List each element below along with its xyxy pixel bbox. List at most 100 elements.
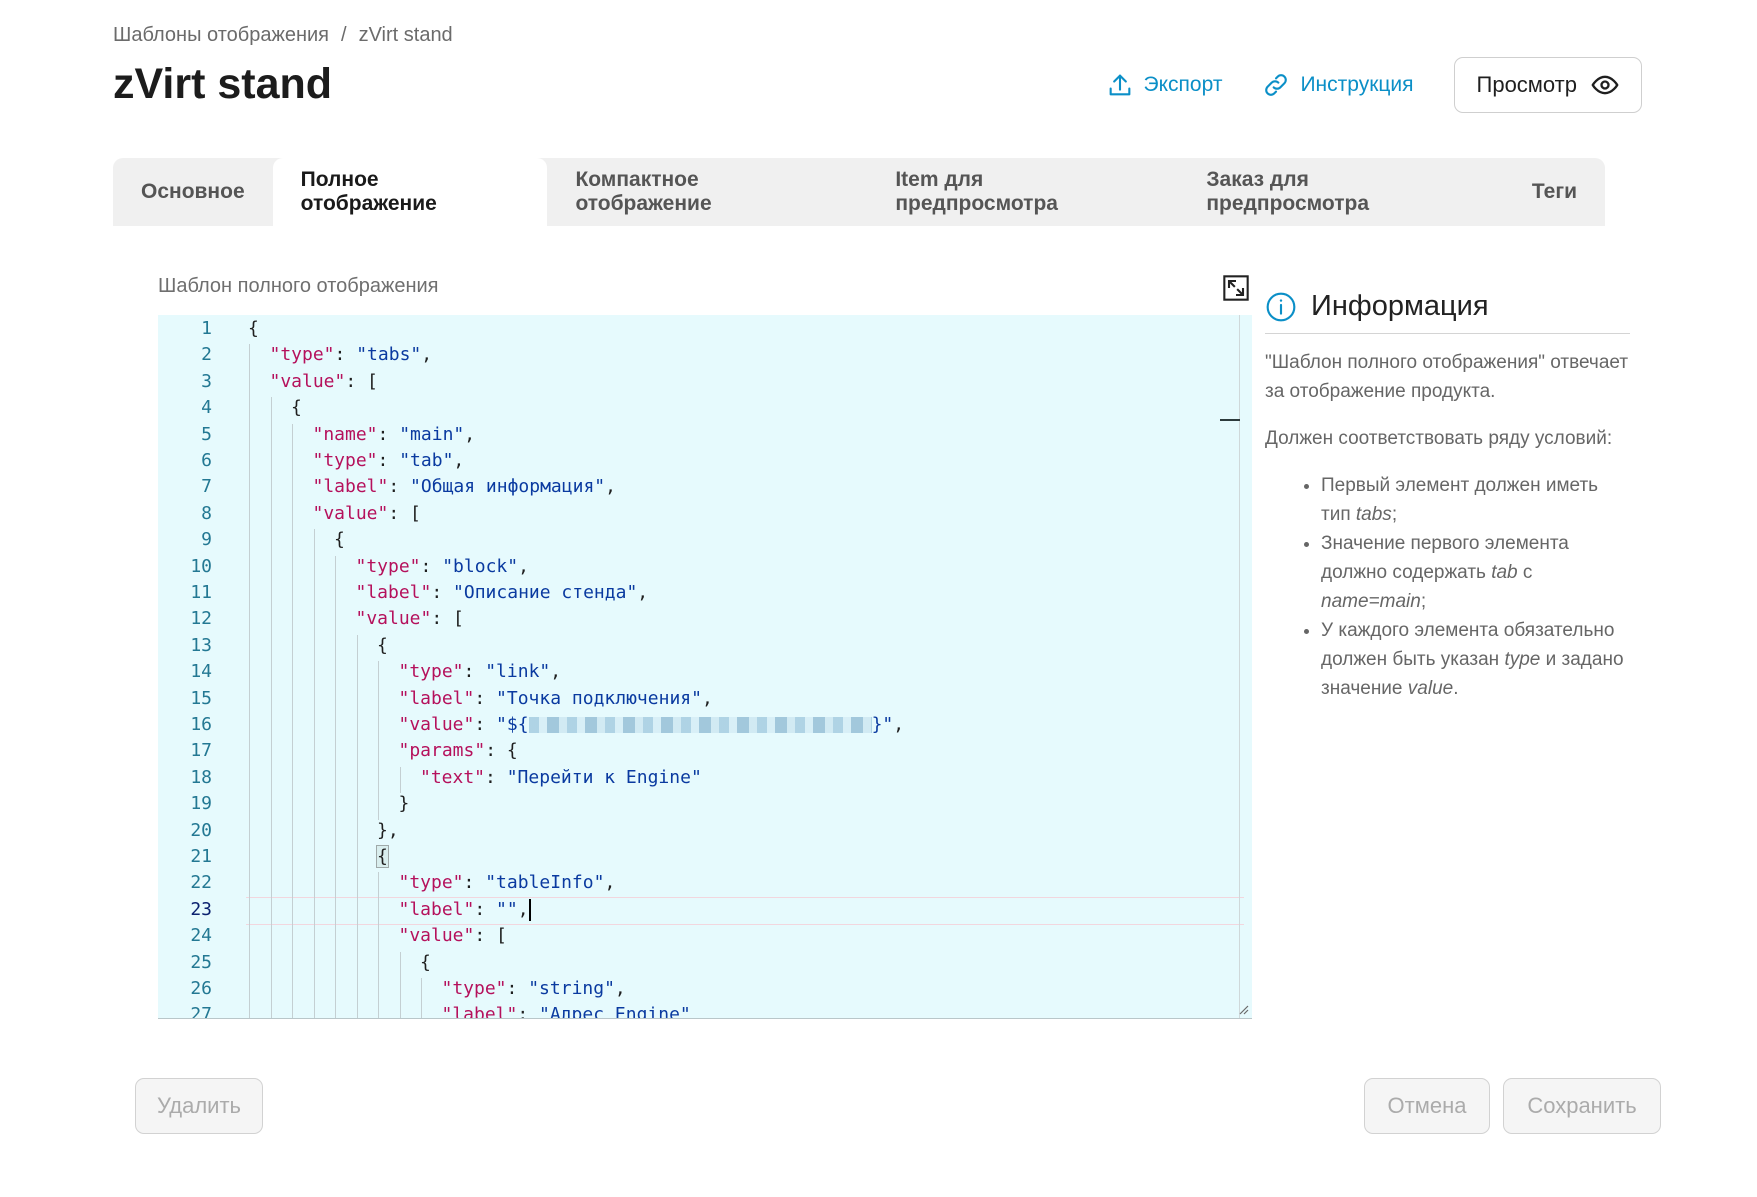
code-line: {	[248, 318, 259, 339]
line-number: 6	[201, 450, 212, 471]
json-string: "tableInfo"	[485, 872, 605, 894]
instruction-link[interactable]: Инструкция	[1262, 71, 1414, 99]
json-punctuation: ,	[517, 898, 529, 920]
code-line: "label": "Общая информация",	[313, 476, 616, 497]
json-string: }"	[871, 714, 894, 735]
line-number: 21	[190, 846, 212, 867]
resize-handle-icon[interactable]	[1237, 1003, 1249, 1015]
code-line: {	[377, 635, 388, 656]
json-key: "params"	[398, 740, 486, 762]
indent-guide	[378, 872, 379, 1018]
tab-item-preview[interactable]: Item для предпросмотра	[867, 158, 1178, 226]
json-punctuation: :	[377, 423, 400, 445]
indent-guide	[270, 397, 272, 1018]
json-punctuation: {	[248, 318, 259, 339]
line-number: 3	[201, 370, 212, 392]
line-number: 14	[190, 661, 212, 683]
code-line: "type": "tableInfo",	[399, 872, 616, 893]
json-key: "label"	[312, 476, 389, 498]
line-number: 19	[190, 793, 212, 815]
line-number: 1	[201, 318, 212, 339]
breadcrumb: Шаблоны отображения / zVirt stand	[113, 24, 453, 47]
json-key: "label"	[441, 1004, 518, 1019]
delete-button[interactable]: Удалить	[135, 1078, 263, 1134]
json-string: "tabs"	[356, 344, 422, 366]
line-number: 8	[201, 502, 212, 524]
line-number: 5	[201, 423, 212, 445]
json-key: "label"	[355, 582, 432, 603]
list-item: Значение первого элемента должно содержа…	[1321, 529, 1630, 616]
json-string: "Адрес Engine"	[539, 1004, 691, 1019]
json-punctuation: ,	[518, 555, 529, 577]
line-number: 12	[190, 608, 212, 630]
preview-label: Просмотр	[1476, 72, 1577, 97]
expand-icon[interactable]	[1222, 274, 1250, 302]
matched-bracket: {	[376, 845, 389, 868]
code-line: "params": {	[399, 740, 518, 761]
json-punctuation: {	[377, 634, 388, 656]
tab-tags[interactable]: Теги	[1504, 158, 1605, 226]
json-key: "type"	[441, 978, 507, 999]
info-header: Информация	[1265, 290, 1630, 334]
json-string: "link"	[485, 661, 551, 683]
info-conditions-intro: Должен соответствовать ряду условий:	[1265, 428, 1613, 449]
json-punctuation: :	[506, 978, 529, 999]
code-line: "value": [	[356, 608, 464, 629]
code-line: "label": "",	[399, 898, 531, 921]
json-punctuation: ,	[605, 476, 616, 498]
code-line: "value": [	[399, 925, 507, 946]
list-item: Первый элемент должен иметь тип tabs;	[1321, 471, 1630, 529]
cancel-button[interactable]: Отмена	[1364, 1078, 1490, 1134]
export-button[interactable]: Экспорт	[1106, 71, 1223, 99]
json-punctuation: : {	[485, 740, 518, 762]
code-line: {	[420, 952, 431, 973]
json-key: "type"	[398, 661, 464, 683]
json-punctuation: ,	[453, 450, 465, 471]
code-line: {	[291, 397, 302, 418]
json-punctuation: : [	[345, 370, 378, 392]
code-line: "label": "Точка подключения",	[399, 688, 713, 709]
tab-order-preview[interactable]: Заказ для предпросмотра	[1178, 158, 1504, 226]
json-string: "Общая информация"	[410, 476, 606, 498]
line-number: 15	[190, 687, 212, 709]
line-number-gutter: 1 2 3 4 5 6 7 8 9 10 11 12 13 14 15 16 17 18 19 20 21 22 23 24 2…	[158, 315, 218, 1018]
editor-scroll-thumb[interactable]	[1220, 419, 1240, 421]
line-number: 4	[201, 397, 212, 419]
export-label: Экспорт	[1143, 73, 1223, 96]
preview-button[interactable]: Просмотр	[1453, 57, 1642, 113]
code-editor[interactable]: 1 2 3 4 5 6 7 8 9 10 11 12 13 14 15 16 17 18 19 20 21 22 23 24 2…	[158, 315, 1252, 1019]
tab-main[interactable]: Основное	[113, 158, 273, 226]
json-punctuation: : [	[388, 502, 421, 524]
redacted-value	[528, 717, 872, 733]
text-cursor	[528, 898, 531, 921]
code-line: "type": "block",	[356, 556, 529, 577]
json-punctuation: :	[485, 766, 507, 788]
json-punctuation: {	[291, 397, 302, 419]
json-punctuation: :	[420, 555, 443, 577]
breadcrumb-parent-link[interactable]: Шаблоны отображения	[113, 24, 329, 47]
code-line: "type": "string",	[442, 978, 626, 999]
info-conditions-list: Первый элемент должен иметь тип tabs; Зн…	[1265, 471, 1630, 703]
json-punctuation: :	[463, 661, 486, 683]
json-punctuation: ,	[637, 582, 649, 603]
line-number: 16	[190, 714, 212, 735]
tab-bar: Основное Полное отображение Компактное о…	[113, 158, 1605, 226]
tab-full-view[interactable]: Полное отображение	[272, 158, 548, 226]
json-key: "label"	[398, 687, 475, 709]
json-punctuation: :	[474, 898, 497, 920]
code-line: "label": "Адрес Engine"	[441, 1004, 691, 1019]
line-number: 20	[190, 819, 212, 841]
json-string: "string"	[528, 978, 615, 999]
save-button[interactable]: Сохранить	[1503, 1078, 1661, 1134]
json-key: "text"	[420, 766, 486, 788]
indent-guide	[313, 529, 315, 1018]
json-key: "type"	[312, 450, 378, 471]
json-punctuation: :	[463, 872, 486, 894]
tab-compact-view[interactable]: Компактное отображение	[547, 158, 867, 226]
code-line: "type": "link",	[399, 661, 562, 682]
info-description: "Шаблон полного отображения" отвечает за…	[1265, 352, 1629, 402]
header-actions: Экспорт Инструкция Просмотр	[1106, 57, 1642, 113]
indent-guide	[378, 661, 379, 820]
json-punctuation: :	[474, 687, 497, 709]
json-key: "value"	[398, 714, 475, 735]
